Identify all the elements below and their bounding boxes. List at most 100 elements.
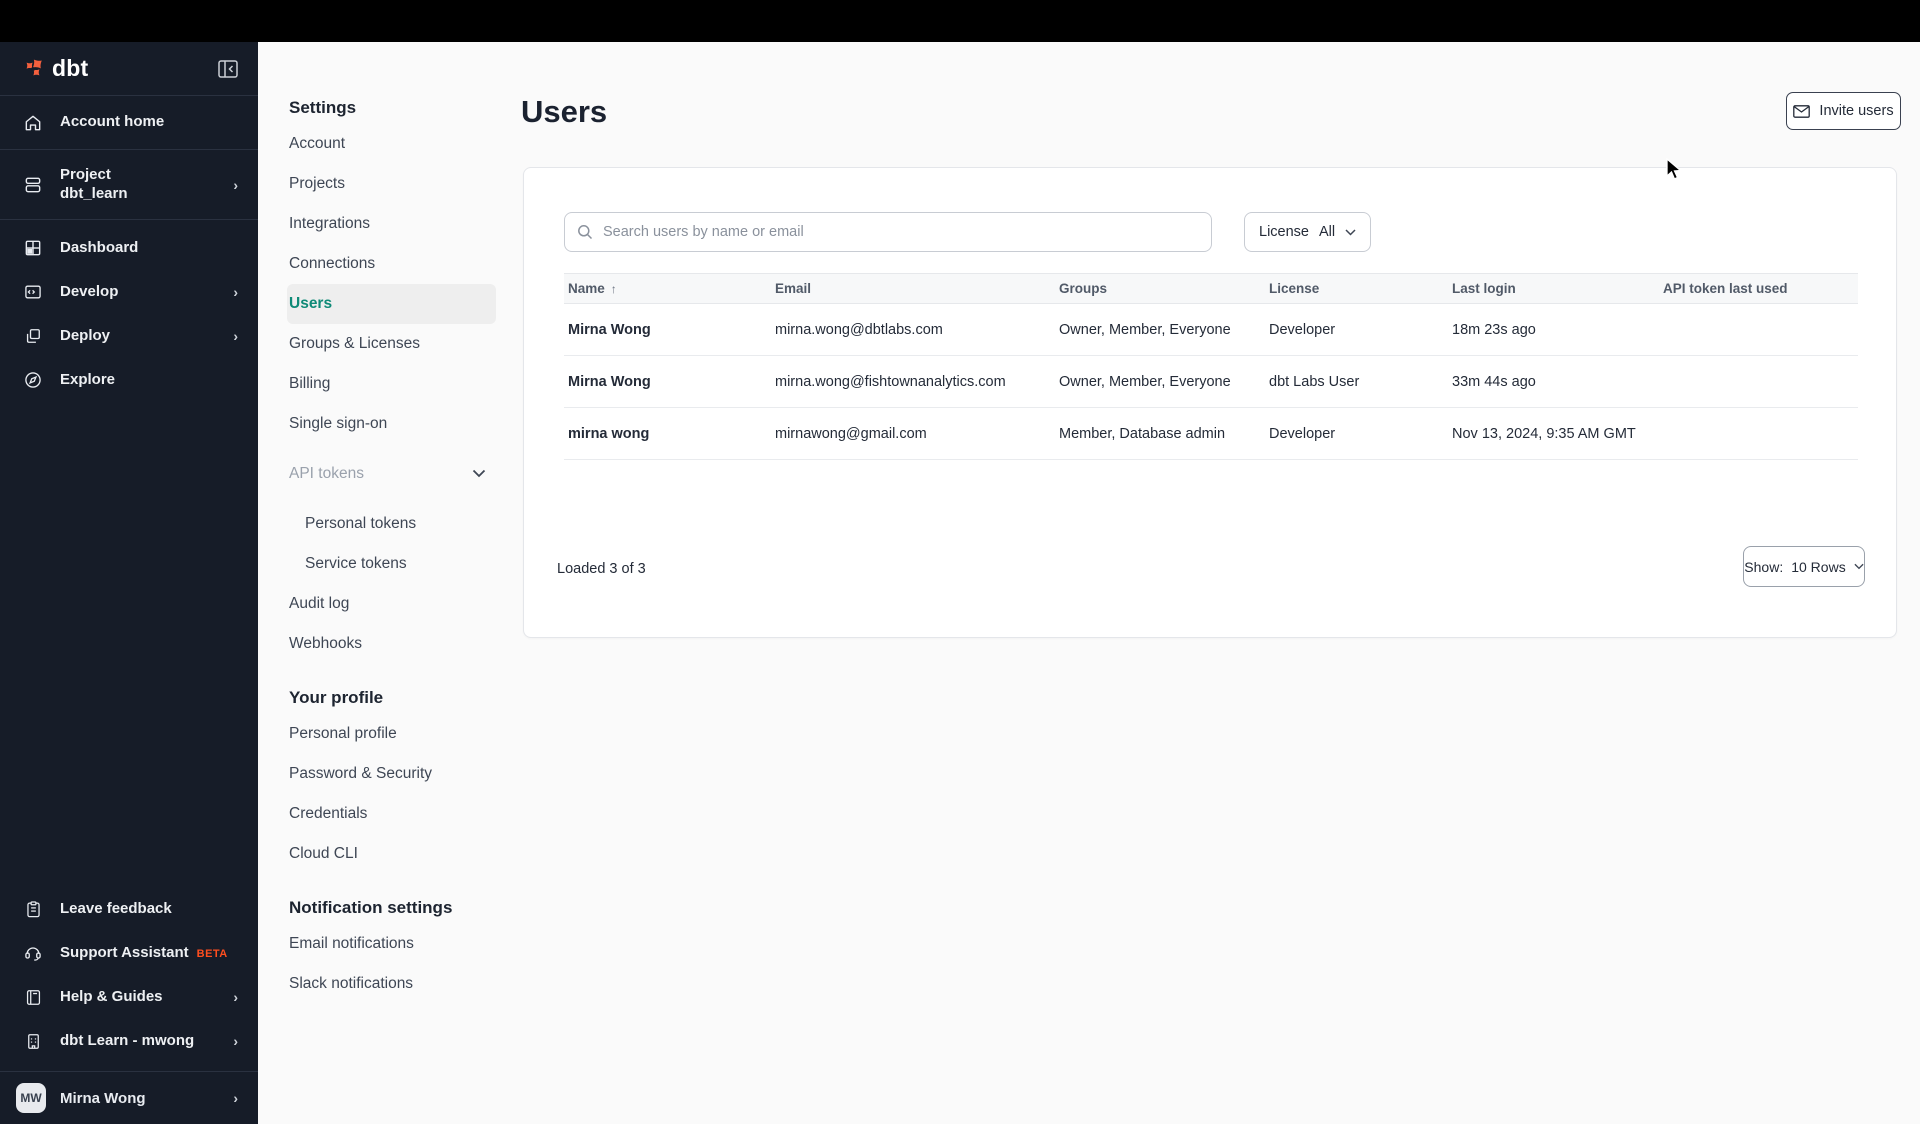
avatar: MW <box>16 1083 46 1113</box>
settings-nav-billing[interactable]: Billing <box>289 364 496 404</box>
sidebar-project-name: dbt_learn <box>60 184 128 202</box>
deploy-icon <box>22 326 44 346</box>
settings-nav-personal-profile[interactable]: Personal profile <box>289 714 496 754</box>
cell-last-login: 33m 44s ago <box>1452 373 1536 390</box>
table-row[interactable]: mirna wong mirnawong@gmail.com Member, D… <box>564 408 1858 460</box>
develop-code-icon <box>22 282 44 302</box>
dbt-logo-text: dbt <box>52 55 89 81</box>
sidebar-item-label: Account home <box>60 113 165 131</box>
explore-compass-icon <box>22 370 44 390</box>
sidebar-item-label: Help & Guides <box>60 987 163 1005</box>
settings-nav-single-sign-on[interactable]: Single sign-on <box>289 404 496 444</box>
column-header-name[interactable]: Name ↑ <box>568 281 775 296</box>
show-rows-button[interactable]: Show: 10 Rows <box>1743 546 1865 587</box>
sidebar-user-menu[interactable]: MW Mirna Wong › <box>0 1072 258 1124</box>
settings-heading: Settings <box>289 98 357 117</box>
table-row[interactable]: Mirna Wong mirna.wong@fishtownanalytics.… <box>564 356 1858 408</box>
envelope-icon <box>1793 104 1811 118</box>
project-stack-icon <box>22 175 44 195</box>
app-screen: dbt Account home Project dbt_learn › Das… <box>0 0 1920 1124</box>
column-header-last-login[interactable]: Last login <box>1452 281 1663 296</box>
sidebar-item-label: Project <box>60 165 111 183</box>
settings-nav-projects[interactable]: Projects <box>289 164 496 204</box>
settings-nav-api-tokens[interactable]: API tokens <box>289 454 496 494</box>
sidebar-item-support-assistant[interactable]: Support Assistant BETA <box>0 931 258 975</box>
chevron-right-icon: › <box>233 989 238 1005</box>
license-filter-label: License <box>1259 224 1309 240</box>
table-row[interactable]: Mirna Wong mirna.wong@dbtlabs.com Owner,… <box>564 304 1858 356</box>
sidebar-item-deploy[interactable]: Deploy › <box>0 314 258 358</box>
search-icon <box>577 224 593 240</box>
loaded-count-text: Loaded 3 of 3 <box>557 561 646 577</box>
chevron-right-icon: › <box>233 328 238 344</box>
building-icon <box>22 1032 44 1051</box>
settings-nav-personal-tokens[interactable]: Personal tokens <box>289 504 496 544</box>
chevron-right-icon: › <box>233 284 238 300</box>
settings-nav: Settings Account Projects Integrations C… <box>258 42 516 1124</box>
settings-nav-cloud-cli[interactable]: Cloud CLI <box>289 834 496 874</box>
sidebar-item-explore[interactable]: Explore <box>0 358 258 402</box>
show-rows-value: 10 Rows <box>1791 558 1846 575</box>
sidebar-item-label: Develop <box>60 282 119 300</box>
sidebar-item-dashboard[interactable]: Dashboard <box>0 226 258 270</box>
sidebar-item-help-guides[interactable]: Help & Guides › <box>0 975 258 1019</box>
cell-last-login: 18m 23s ago <box>1452 321 1536 338</box>
settings-nav-users[interactable]: Users <box>287 284 496 324</box>
settings-nav-integrations[interactable]: Integrations <box>289 204 496 244</box>
cell-license: Developer <box>1269 321 1336 338</box>
headset-icon <box>22 943 44 963</box>
cell-email: mirna.wong@dbtlabs.com <box>775 321 943 338</box>
user-search <box>564 212 1212 252</box>
chevron-right-icon: › <box>233 1090 238 1106</box>
show-rows-label: Show: <box>1744 558 1784 575</box>
settings-nav-service-tokens[interactable]: Service tokens <box>289 544 496 584</box>
dbt-logo[interactable]: dbt <box>22 55 88 82</box>
settings-nav-account[interactable]: Account <box>289 124 496 164</box>
settings-nav-credentials[interactable]: Credentials <box>289 794 496 834</box>
settings-nav-groups-licenses[interactable]: Groups & Licenses <box>289 324 496 364</box>
settings-nav-password-security[interactable]: Password & Security <box>289 754 496 794</box>
sidebar-user-name: Mirna Wong <box>60 1089 146 1107</box>
sidebar-item-label: dbt Learn - mwong <box>60 1031 195 1049</box>
sidebar-item-leave-feedback[interactable]: Leave feedback <box>0 887 258 931</box>
sidebar-item-label: Support Assistant BETA <box>60 943 228 961</box>
cell-license: dbt Labs User <box>1269 373 1360 390</box>
cell-email: mirna.wong@fishtownanalytics.com <box>775 373 1006 390</box>
settings-nav-connections[interactable]: Connections <box>289 244 496 284</box>
column-header-api-token[interactable]: API token last used <box>1663 281 1858 296</box>
license-filter-value: All <box>1318 224 1336 240</box>
cell-license: Developer <box>1269 425 1336 442</box>
sort-ascending-icon: ↑ <box>610 281 617 296</box>
settings-nav-email-notifications[interactable]: Email notifications <box>289 924 496 964</box>
cell-email: mirnawong@gmail.com <box>775 425 927 442</box>
clipboard-icon <box>22 900 44 919</box>
cell-name: mirna wong <box>568 425 650 442</box>
settings-nav-audit-log[interactable]: Audit log <box>289 584 496 624</box>
cell-last-login: Nov 13, 2024, 9:35 AM GMT <box>1452 425 1636 442</box>
invite-users-button[interactable]: Invite users <box>1786 92 1901 130</box>
settings-nav-webhooks[interactable]: Webhooks <box>289 624 496 664</box>
column-header-email[interactable]: Email <box>775 281 1059 296</box>
search-input[interactable] <box>603 224 1199 240</box>
sidebar-item-develop[interactable]: Develop › <box>0 270 258 314</box>
settings-nav-slack-notifications[interactable]: Slack notifications <box>289 964 496 1004</box>
cell-groups: Owner, Member, Everyone <box>1059 373 1231 390</box>
chevron-down-icon <box>1345 228 1356 236</box>
page-title: Users <box>521 94 608 129</box>
collapse-sidebar-icon[interactable] <box>218 59 238 78</box>
sidebar-item-label: Deploy <box>60 326 111 344</box>
invite-users-label: Invite users <box>1819 103 1894 119</box>
cell-groups: Member, Database admin <box>1059 425 1226 442</box>
sidebar-item-account-home[interactable]: Account home <box>0 96 258 150</box>
home-icon <box>22 113 44 133</box>
license-filter-button[interactable]: License All <box>1244 212 1372 252</box>
column-header-groups[interactable]: Groups <box>1059 281 1269 296</box>
settings-nav-label: API tokens <box>289 465 364 482</box>
table-header-row: Name ↑ Email Groups License Last login A… <box>564 273 1858 304</box>
sidebar-item-project[interactable]: Project dbt_learn › <box>0 150 258 220</box>
column-header-license[interactable]: License <box>1269 281 1452 296</box>
cell-name: Mirna Wong <box>568 373 651 390</box>
sidebar-item-label: Leave feedback <box>60 899 172 917</box>
cell-name: Mirna Wong <box>568 321 651 338</box>
sidebar-item-account-switcher[interactable]: dbt Learn - mwong › <box>0 1019 258 1063</box>
